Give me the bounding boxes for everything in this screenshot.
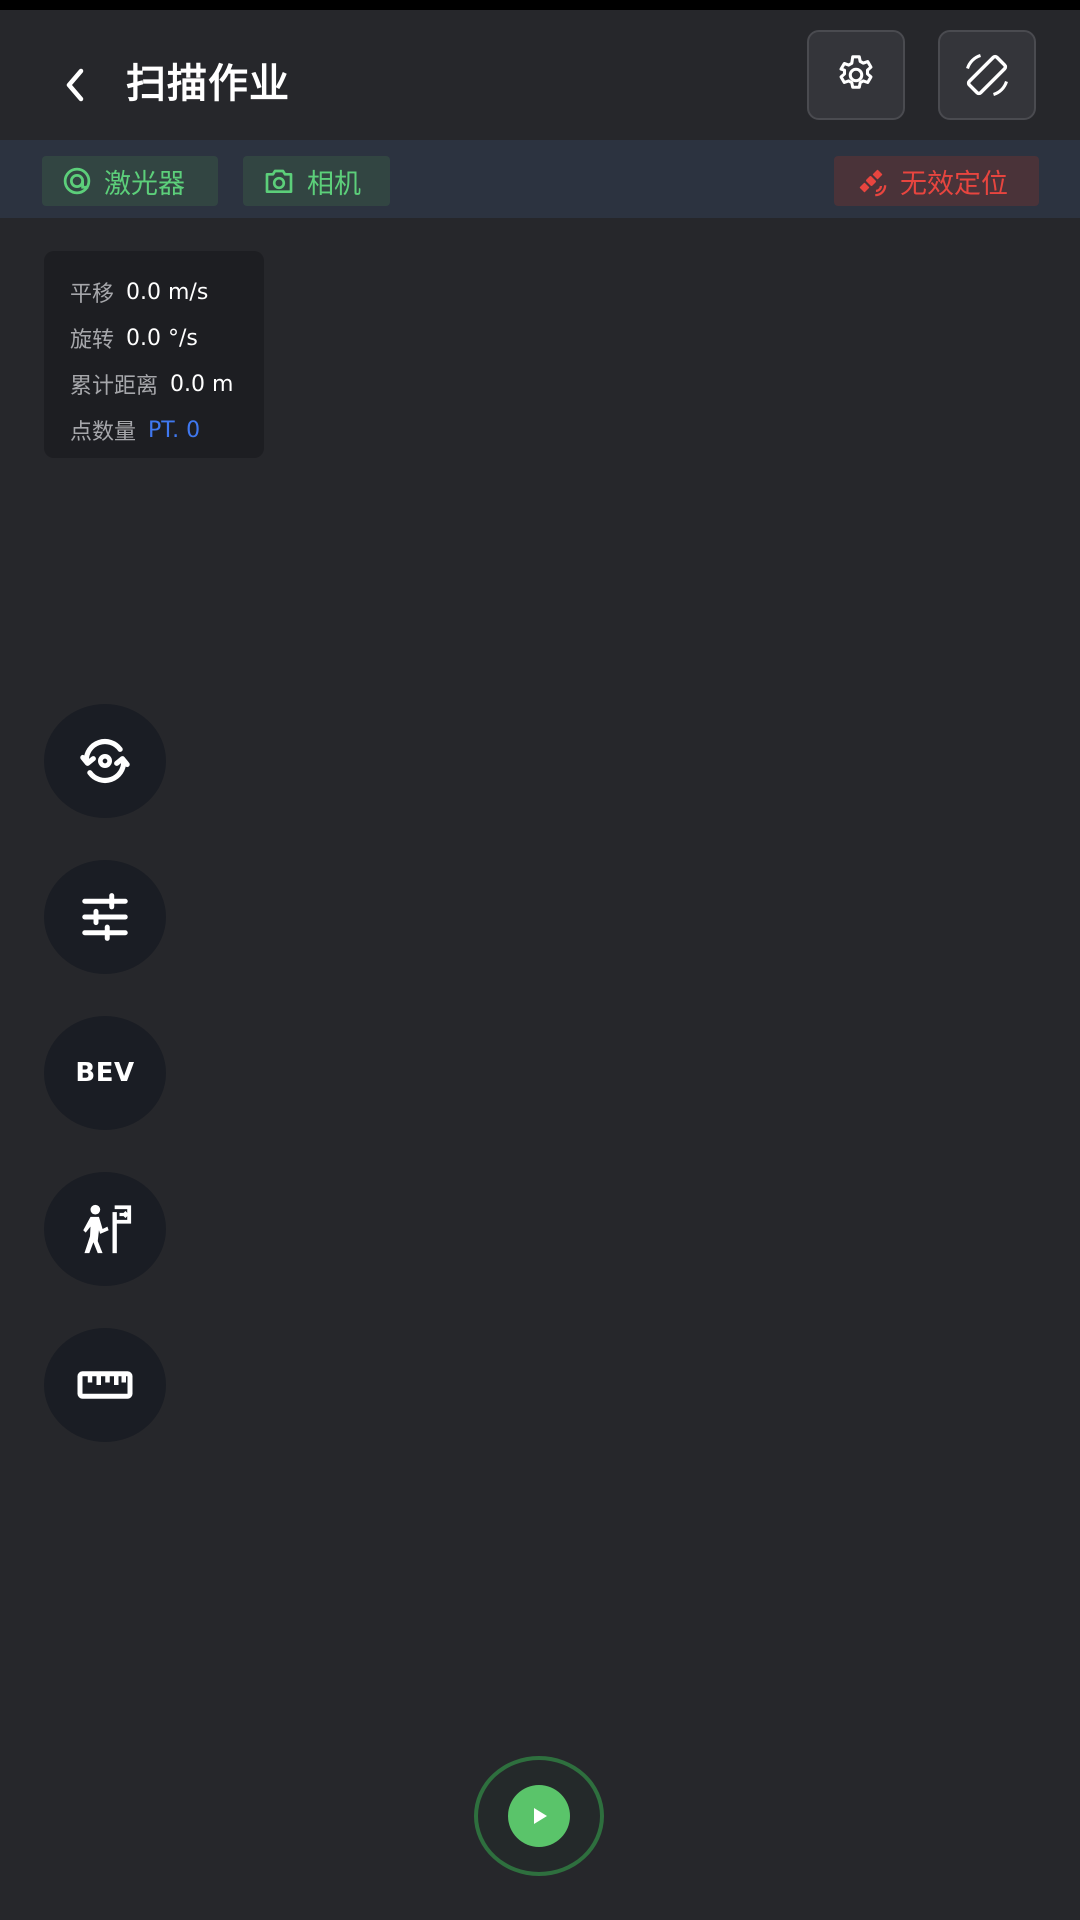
rotation-row: 旋转 0.0 °/s <box>70 315 264 361</box>
gnss-label: 无效定位 <box>900 168 1008 200</box>
ruler-icon <box>77 1371 133 1399</box>
translation-value: 0.0 m/s <box>126 279 209 305</box>
gear-icon <box>839 55 873 89</box>
page-title: 扫描作业 <box>126 61 290 107</box>
sliders-icon <box>82 893 128 941</box>
camera-status-chip[interactable]: 相机 <box>243 156 390 206</box>
camera-label: 相机 <box>307 168 361 200</box>
chevron-left-icon <box>66 68 84 102</box>
points-label: 点数量 <box>70 420 137 445</box>
rotation-label: 旋转 <box>70 328 115 353</box>
rotation-value: 0.0 °/s <box>126 325 198 351</box>
satellite-icon <box>854 164 888 198</box>
bev-label: BEV <box>75 1058 135 1088</box>
device-status-bar: 激光器 相机 无效定位 <box>0 140 1080 218</box>
camera-icon <box>263 166 295 196</box>
settings-button[interactable] <box>807 30 905 120</box>
points-value: PT. 0 <box>148 417 201 443</box>
lidar-label: 激光器 <box>104 168 185 200</box>
start-scan-button[interactable] <box>474 1756 604 1876</box>
translation-label: 平移 <box>70 282 115 307</box>
lidar-status-chip[interactable]: 激光器 <box>42 156 218 206</box>
play-button-core <box>508 1785 570 1847</box>
system-status-bar <box>0 0 1080 10</box>
distance-value: 0.0 m <box>170 371 234 397</box>
lidar-icon <box>62 166 92 196</box>
reset-view-button[interactable] <box>44 704 166 818</box>
translation-row: 平移 0.0 m/s <box>70 269 264 315</box>
bev-view-button[interactable]: BEV <box>44 1016 166 1130</box>
surveyor-button[interactable] <box>44 1172 166 1286</box>
play-icon <box>534 1808 547 1824</box>
back-button[interactable] <box>50 50 100 120</box>
surveyor-icon <box>83 1204 132 1254</box>
gnss-status-chip[interactable]: 无效定位 <box>834 156 1039 206</box>
rotate-screen-button[interactable] <box>938 30 1036 120</box>
points-row: 点数量 PT. 0 <box>70 407 264 453</box>
screen-rotation-icon <box>966 54 1008 96</box>
scan-info-panel: 平移 0.0 m/s 旋转 0.0 °/s 累计距离 0.0 m 点数量 PT.… <box>44 251 264 458</box>
adjust-settings-button[interactable] <box>44 860 166 974</box>
reset-view-icon <box>80 738 130 784</box>
distance-row: 累计距离 0.0 m <box>70 361 264 407</box>
app-header: 扫描作业 <box>0 10 1080 140</box>
distance-label: 累计距离 <box>70 374 159 399</box>
measure-button[interactable] <box>44 1328 166 1442</box>
